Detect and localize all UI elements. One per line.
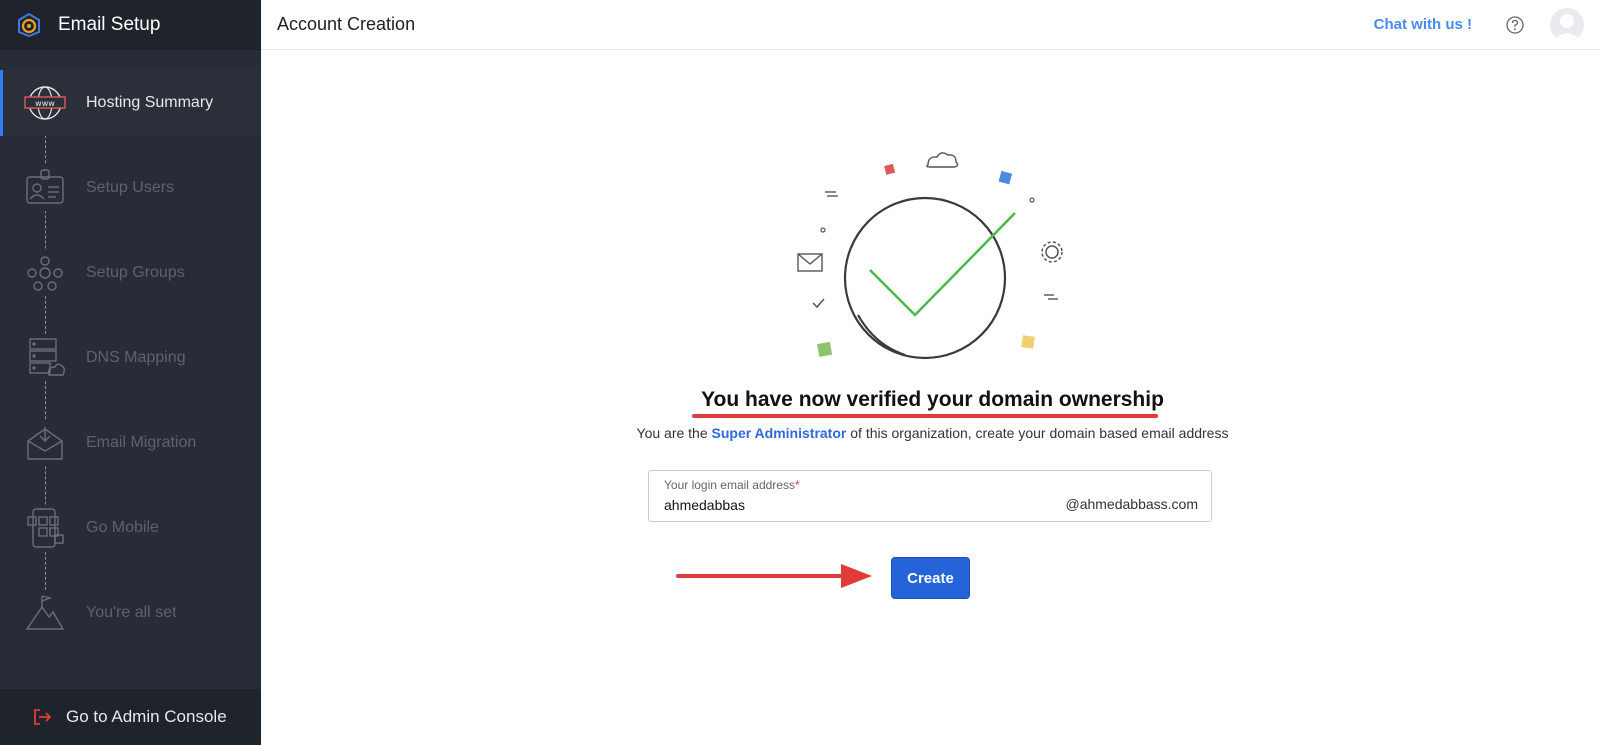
id-card-icon bbox=[22, 165, 68, 211]
login-email-field[interactable]: Your login email address* @ahmedabbass.c… bbox=[648, 470, 1212, 522]
email-domain-suffix: @ahmedabbass.com bbox=[1065, 496, 1198, 512]
go-to-admin-console-link[interactable]: Go to Admin Console bbox=[0, 689, 261, 745]
globe-www-icon: www bbox=[22, 80, 68, 126]
sidebar-step-label: Go Mobile bbox=[86, 519, 159, 536]
svg-text:www: www bbox=[35, 99, 55, 108]
sidebar-step-setup-users[interactable]: Setup Users bbox=[0, 155, 261, 221]
subline-prefix: You are the bbox=[636, 425, 708, 441]
page-title: Account Creation bbox=[277, 14, 416, 34]
verified-headline: You have now verified your domain owners… bbox=[701, 388, 1164, 411]
sidebar-step-all-set[interactable]: You're all set bbox=[0, 580, 261, 646]
sidebar-step-go-mobile[interactable]: Go Mobile bbox=[0, 495, 261, 561]
super-administrator-link[interactable]: Super Administrator bbox=[712, 425, 847, 441]
red-annotation-arrow-icon bbox=[676, 564, 872, 588]
sidebar-step-label: Email Migration bbox=[86, 434, 197, 451]
chat-with-us-link[interactable]: Chat with us ! bbox=[1374, 16, 1472, 33]
brand-bar: Email Setup bbox=[0, 0, 261, 50]
email-input[interactable] bbox=[664, 495, 1044, 515]
verified-checkmark-illustration bbox=[797, 152, 1063, 360]
sidebar-step-label: You're all set bbox=[86, 604, 177, 621]
sidebar: Email Setup www Hosting Summary Setup Us… bbox=[0, 0, 261, 745]
sidebar-step-label: DNS Mapping bbox=[86, 349, 186, 366]
mail-setup-logo-icon bbox=[18, 12, 40, 38]
envelope-download-icon bbox=[22, 420, 68, 466]
sidebar-step-dns-mapping[interactable]: DNS Mapping bbox=[0, 325, 261, 391]
sidebar-step-email-migration[interactable]: Email Migration bbox=[0, 410, 261, 476]
app-window: Email Setup www Hosting Summary Setup Us… bbox=[0, 0, 1600, 745]
sidebar-step-hosting-summary[interactable]: www Hosting Summary bbox=[0, 70, 261, 136]
sidebar-step-label: Setup Users bbox=[86, 179, 175, 196]
server-cloud-icon bbox=[22, 335, 68, 381]
exit-icon bbox=[34, 709, 52, 725]
sidebar-step-label: Setup Groups bbox=[86, 264, 185, 281]
mobile-apps-icon bbox=[22, 505, 68, 551]
sidebar-step-label: Hosting Summary bbox=[86, 94, 214, 111]
subline-suffix: of this organization, create your domain… bbox=[850, 425, 1229, 441]
create-button[interactable]: Create bbox=[891, 557, 970, 599]
app-title: Email Setup bbox=[58, 14, 161, 35]
mountain-flag-icon bbox=[22, 590, 68, 636]
help-icon[interactable] bbox=[1506, 16, 1524, 34]
email-label-text: Your login email address bbox=[664, 478, 795, 492]
subline-wrap: You are the Super Administrator of this … bbox=[637, 425, 1229, 441]
required-mark: * bbox=[794, 478, 800, 492]
red-annotation-underline bbox=[692, 414, 1158, 418]
headline-wrap: You have now verified your domain owners… bbox=[261, 388, 1600, 412]
subline: You are the Super Administrator of this … bbox=[261, 425, 1600, 441]
email-field-label: Your login email address* bbox=[664, 478, 800, 492]
user-avatar[interactable] bbox=[1550, 8, 1584, 42]
user-silhouette-icon bbox=[1553, 14, 1581, 42]
admin-console-label: Go to Admin Console bbox=[66, 707, 227, 726]
group-network-icon bbox=[22, 250, 68, 296]
top-header: Account Creation Chat with us ! bbox=[261, 0, 1600, 50]
sidebar-step-setup-groups[interactable]: Setup Groups bbox=[0, 240, 261, 306]
